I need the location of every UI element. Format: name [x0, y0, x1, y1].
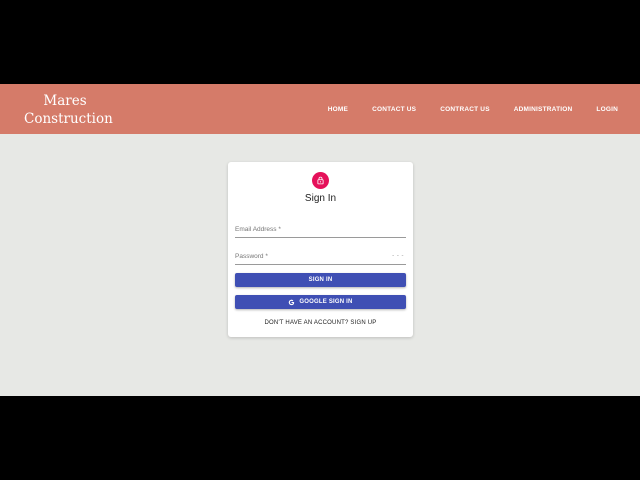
- nav-login[interactable]: LOGIN: [596, 106, 618, 113]
- password-field[interactable]: - - -: [235, 250, 406, 265]
- lock-avatar: [312, 172, 329, 189]
- visibility-icon[interactable]: - - -: [392, 253, 404, 259]
- brand-line-1: Mares: [43, 93, 87, 109]
- email-input[interactable]: [235, 223, 385, 235]
- brand-line-2: Construction: [24, 111, 113, 127]
- email-field[interactable]: [235, 223, 406, 238]
- google-signin-label: GOOGLE SIGN IN: [299, 299, 353, 305]
- signup-link[interactable]: DON'T HAVE AN ACCOUNT? SIGN UP: [228, 320, 413, 326]
- app-viewport: Mares Construction HOME CONTACT US CONTR…: [0, 84, 640, 396]
- lock-icon: [316, 172, 325, 190]
- google-g-icon: [288, 299, 295, 306]
- signin-title: Sign In: [304, 193, 337, 204]
- nav-contract-us[interactable]: CONTRACT US: [440, 106, 490, 113]
- nav-links: HOME CONTACT US CONTRACT US ADMINISTRATI…: [304, 84, 618, 134]
- navbar: Mares Construction HOME CONTACT US CONTR…: [0, 84, 640, 134]
- password-input[interactable]: [235, 250, 385, 262]
- signin-button[interactable]: SIGN IN: [235, 273, 406, 287]
- nav-administration[interactable]: ADMINISTRATION: [514, 106, 573, 113]
- brand-logo[interactable]: Mares Construction: [24, 92, 113, 128]
- nav-contact-us[interactable]: CONTACT US: [372, 106, 416, 113]
- signin-card: Sign In - - - SIGN IN GOOGLE SIGN IN DON…: [228, 162, 413, 337]
- nav-home[interactable]: HOME: [328, 106, 348, 113]
- google-signin-button[interactable]: GOOGLE SIGN IN: [235, 295, 406, 309]
